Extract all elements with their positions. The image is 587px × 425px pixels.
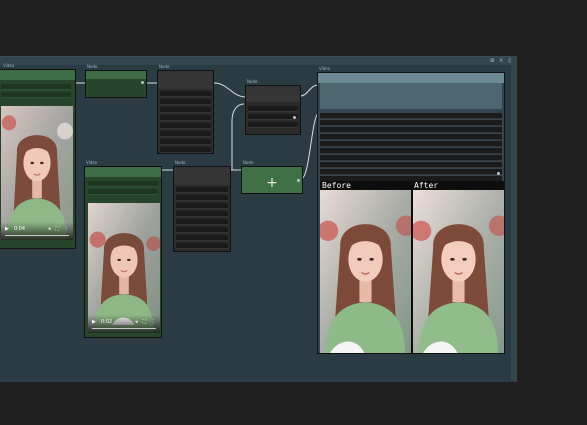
node-title: Node <box>247 79 258 84</box>
more-icon[interactable]: ⋮ <box>151 319 156 325</box>
node-title: Video <box>86 160 98 165</box>
node-title: Node <box>243 160 254 165</box>
more-icon[interactable]: ⋮ <box>64 226 69 232</box>
volume-icon[interactable]: ◂ <box>135 319 138 325</box>
video-progress-bar[interactable] <box>5 235 69 236</box>
after-label: After <box>414 181 439 190</box>
video-time: 0:04 <box>13 226 26 232</box>
comparison-view[interactable]: Before After <box>320 181 504 353</box>
fullscreen-icon[interactable]: ⛶ <box>55 226 59 232</box>
node-title: Video <box>319 66 331 71</box>
output-slot[interactable] <box>141 81 144 84</box>
portrait-image <box>1 106 73 240</box>
widget-row[interactable] <box>1 92 71 98</box>
slider-handle[interactable] <box>497 172 500 175</box>
after-image <box>413 190 504 353</box>
play-icon[interactable]: ▶ <box>92 319 96 325</box>
video-time: 0:02 <box>100 319 113 325</box>
before-label: Before <box>322 181 351 190</box>
play-icon[interactable]: ▶ <box>5 226 9 232</box>
output-slot[interactable] <box>297 179 300 182</box>
node-canvas[interactable]: ⊕ × ◎ Video <box>0 56 517 382</box>
add-node[interactable]: Node + <box>241 160 303 194</box>
volume-icon[interactable]: ◂ <box>48 226 51 232</box>
node-title: Node <box>175 160 186 165</box>
canvas-scrollbar[interactable] <box>511 56 517 381</box>
list-node[interactable]: Node <box>173 160 231 252</box>
widget-row[interactable] <box>1 84 71 90</box>
add-icon[interactable]: + <box>242 175 302 191</box>
compare-video-node[interactable]: Video Before After <box>317 66 505 354</box>
list-node[interactable]: Node <box>157 64 214 154</box>
portrait-image <box>413 190 504 353</box>
portrait-image <box>320 190 411 353</box>
preview-video-node[interactable]: Video ▶ 0:02 ◂ ⛶ ⋮ <box>84 160 162 338</box>
model-node[interactable]: Node <box>245 79 301 135</box>
video-progress-bar[interactable] <box>92 328 156 329</box>
green-node[interactable]: Node <box>85 64 147 98</box>
video-preview[interactable]: ▶ 0:04 ◂ ⛶ ⋮ <box>1 106 73 240</box>
before-image <box>320 190 411 353</box>
fullscreen-icon[interactable]: ⛶ <box>142 319 146 325</box>
node-title: Node <box>87 64 98 69</box>
node-title: Video <box>3 63 15 68</box>
video-preview[interactable]: ▶ 0:02 ◂ ⛶ ⋮ <box>88 203 160 333</box>
portrait-image <box>88 203 160 333</box>
load-video-node[interactable]: Video ▶ 0:04 ◂ ⛶ ⋮ <box>0 63 76 249</box>
node-title: Node <box>159 64 170 69</box>
output-slot[interactable] <box>293 116 296 119</box>
